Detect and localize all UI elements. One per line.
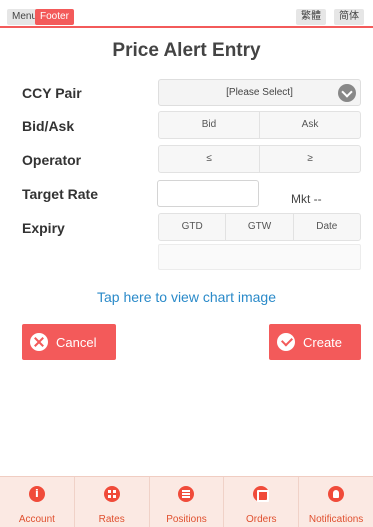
check-icon (277, 333, 295, 351)
create-button-label: Create (303, 334, 343, 350)
expiry-date-field[interactable] (158, 244, 361, 270)
top-bar: Menu Footer 繁體 简体 (0, 0, 373, 28)
footer-tab-bar: Account Rates Positions Orders Notificat… (0, 476, 373, 527)
operator-label: Operator (22, 152, 82, 168)
tab-label: Notifications (308, 514, 364, 525)
tab-label: Positions (166, 514, 207, 525)
tab-rates[interactable]: Rates (73, 477, 149, 527)
view-chart-link[interactable]: Tap here to view chart image (0, 289, 373, 305)
bid-ask-label: Bid/Ask (22, 118, 75, 134)
tab-notifications[interactable]: Notifications (298, 477, 373, 527)
tab-label: Orders (246, 514, 277, 525)
less-equal-option[interactable]: ≤ (159, 146, 259, 172)
expiry-toggle: GTD GTW Date (158, 213, 361, 241)
info-icon (28, 486, 45, 502)
chevron-down-icon (338, 84, 356, 102)
date-option[interactable]: Date (292, 214, 360, 240)
traditional-chinese-button[interactable]: 繁體 (296, 9, 326, 25)
top-divider (0, 26, 373, 28)
target-rate-input[interactable] (157, 180, 259, 207)
greater-equal-option[interactable]: ≥ (259, 146, 360, 172)
footer-button[interactable]: Footer (35, 9, 74, 25)
page-title: Price Alert Entry (112, 40, 261, 61)
cancel-button[interactable]: Cancel (22, 324, 116, 360)
tab-label: Rates (98, 514, 125, 525)
grid-icon (103, 486, 120, 502)
operator-toggle: ≤ ≥ (158, 145, 361, 173)
ccy-pair-label: CCY Pair (22, 85, 82, 101)
gtd-option[interactable]: GTD (159, 214, 225, 240)
tab-orders[interactable]: Orders (223, 477, 298, 527)
notifications-icon (328, 486, 345, 502)
tab-account[interactable]: Account (0, 477, 74, 527)
close-icon (30, 333, 48, 351)
market-rate-text: Mkt -- (291, 192, 322, 206)
ccy-pair-value: [Please Select] (226, 87, 293, 98)
list-icon (178, 486, 195, 502)
orders-icon (253, 486, 270, 502)
gtw-option[interactable]: GTW (225, 214, 292, 240)
target-rate-label: Target Rate (22, 186, 98, 202)
expiry-label: Expiry (22, 220, 65, 236)
tab-label: Account (18, 514, 55, 525)
create-button[interactable]: Create (269, 324, 361, 360)
bid-option[interactable]: Bid (159, 112, 259, 138)
tab-positions[interactable]: Positions (148, 477, 224, 527)
ccy-pair-select[interactable]: [Please Select] (158, 79, 361, 106)
ask-option[interactable]: Ask (259, 112, 360, 138)
cancel-button-label: Cancel (56, 334, 97, 350)
simplified-chinese-button[interactable]: 简体 (334, 9, 364, 25)
bid-ask-toggle: Bid Ask (158, 111, 361, 139)
